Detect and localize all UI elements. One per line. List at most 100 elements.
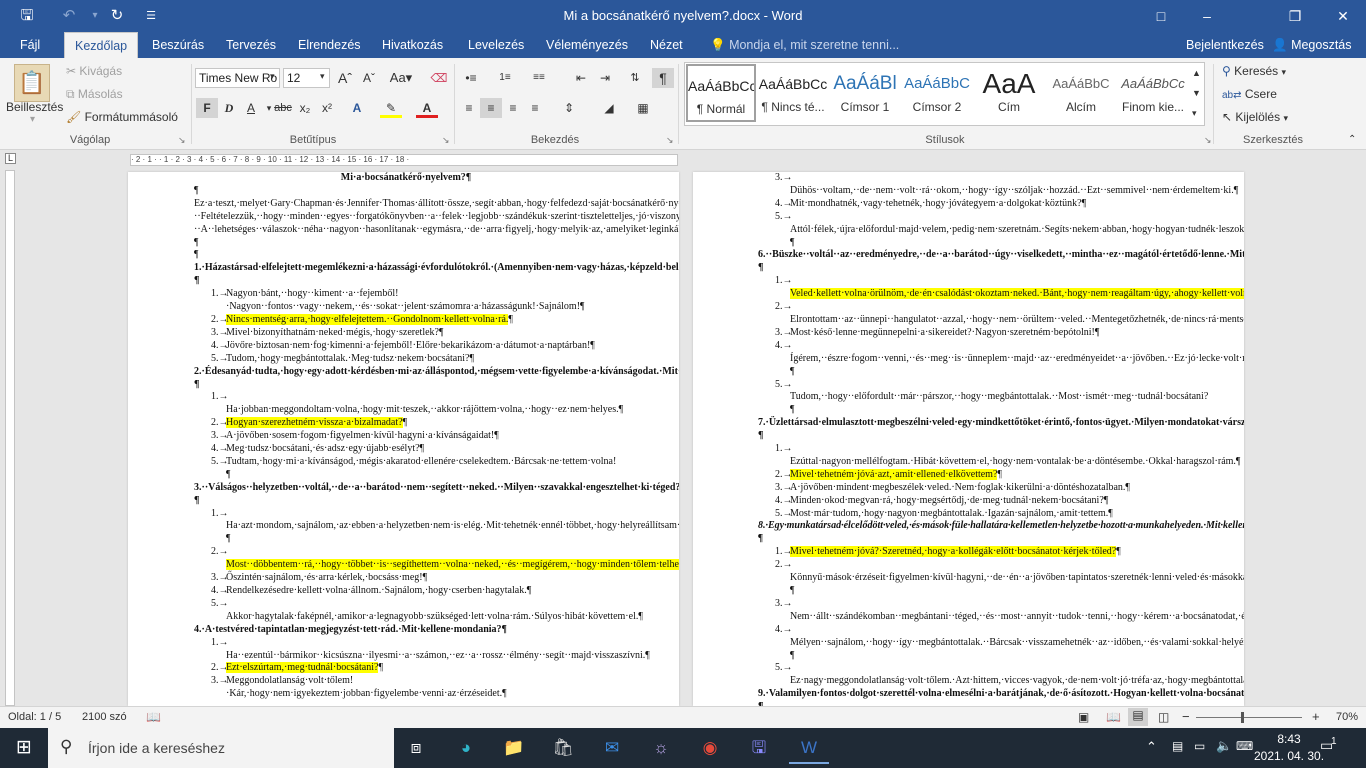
change-case-icon[interactable]: Aa▾ [386, 68, 416, 88]
restore-button[interactable]: ❐ [1272, 0, 1318, 32]
edge-icon[interactable]: ◕ [446, 732, 486, 764]
ruler-scale[interactable]: · 2 · 1 · · 1 · 2 · 3 · 4 · 5 · 6 · 7 · … [130, 154, 678, 166]
close-button[interactable]: ✕ [1320, 0, 1366, 32]
superscript-button[interactable]: x² [316, 98, 338, 118]
page-right[interactable]: 3.→Dühös··voltam,··de··nem··volt··rá··ok… [693, 172, 1244, 706]
print-layout-icon[interactable]: ▤ [1128, 708, 1148, 726]
sort-icon[interactable]: ⇅ [624, 68, 646, 88]
style-title[interactable]: AaA Cím [974, 64, 1044, 122]
paste-icon[interactable]: 📋 [14, 64, 50, 102]
font-launcher-icon[interactable]: ↘ [442, 135, 450, 146]
volume-icon[interactable]: 🔈 [1216, 738, 1232, 754]
taskbar-search-box[interactable]: ⚲ Írjon ide a kereséshez [48, 728, 394, 768]
mail-icon[interactable]: ✉ [592, 732, 632, 764]
chrome-icon[interactable]: ◉ [690, 732, 730, 764]
save-icon[interactable]: 🖫 [16, 5, 38, 27]
tab-layout[interactable]: Elrendezés [288, 32, 371, 58]
borders-icon[interactable]: ▦ [632, 98, 654, 118]
signin-link[interactable]: Bejelentkezés [1176, 32, 1274, 58]
text-effects-icon[interactable]: A [346, 98, 368, 118]
zoom-in-icon[interactable]: + [1312, 709, 1320, 724]
tab-insert[interactable]: Beszúrás [142, 32, 214, 58]
read-mode-icon[interactable]: 📖 [1106, 710, 1121, 724]
windows-start-icon[interactable]: ⊞ [4, 732, 44, 764]
line-spacing-icon[interactable]: ⇕ [558, 98, 580, 118]
tab-view[interactable]: Nézet [640, 32, 693, 58]
paste-dropdown-icon[interactable]: ▾ [30, 114, 35, 125]
numbering-icon[interactable]: 1≡ [494, 68, 516, 88]
word-icon[interactable]: W [789, 732, 829, 764]
share-button[interactable]: 👤 Megosztás [1262, 32, 1362, 58]
multilevel-list-icon[interactable]: ≡≡ [528, 68, 550, 88]
find-button[interactable]: ⚲ Keresés ▾ [1222, 64, 1286, 78]
focus-mode-icon[interactable]: ▣ [1078, 710, 1089, 724]
style-no-spacing[interactable]: AaÁáBbCc ¶ Nincs té... [758, 64, 828, 122]
show-formatting-icon[interactable]: ¶ [652, 68, 674, 88]
select-button[interactable]: ↖ Kijelölés ▾ [1222, 110, 1288, 124]
paragraph-launcher-icon[interactable]: ↘ [666, 135, 674, 146]
chevron-up-icon[interactable]: ⌃ [1146, 739, 1157, 755]
tab-home[interactable]: Kezdőlap [64, 32, 139, 58]
page-content[interactable]: 3.→Dühös··voltam,··de··nem··volt··rá··ok… [758, 172, 1244, 706]
ribbon-display-icon[interactable]: □ [1138, 0, 1184, 32]
tab-file[interactable]: Fájl [10, 32, 50, 58]
align-right-icon[interactable]: ≡ [502, 98, 524, 118]
vertical-ruler-scale[interactable] [5, 170, 15, 706]
font-name-select[interactable]: Times New Ro [195, 68, 280, 88]
minimize-button[interactable]: – [1184, 0, 1230, 32]
style-subtle-emphasis[interactable]: AaÁáBbCc Finom kie... [1118, 64, 1188, 122]
format-painter-button[interactable]: 🖌 Formátummásoló [66, 110, 178, 124]
increase-indent-icon[interactable]: ⇥ [594, 68, 616, 88]
align-center-icon[interactable]: ≡ [480, 98, 502, 118]
decrease-indent-icon[interactable]: ⇤ [570, 68, 592, 88]
style-heading-1[interactable]: AaÁáBl Címsor 1 [830, 64, 900, 122]
bullets-icon[interactable]: •≡ [460, 68, 482, 88]
undo-icon[interactable]: ↶ [58, 5, 80, 27]
proofing-icon[interactable]: 📖 [146, 710, 161, 724]
grow-font-icon[interactable]: Aˆ [334, 68, 356, 88]
shading-icon[interactable]: ◢ [598, 98, 620, 118]
web-layout-icon[interactable]: ◫ [1158, 710, 1169, 724]
cut-button[interactable]: ✂ Kivágás [66, 64, 122, 78]
styles-more-icon[interactable]: ▾ [1192, 108, 1197, 119]
styles-scroll-up-icon[interactable]: ▲ [1192, 68, 1201, 78]
clock-time[interactable]: 8:43 [1266, 732, 1312, 746]
strikethrough-button[interactable]: abc [272, 98, 294, 118]
network-icon[interactable]: ▤ [1172, 739, 1183, 753]
highlight-icon[interactable]: ✎ [380, 98, 402, 118]
style-heading-2[interactable]: AaÁáBbC Címsor 2 [902, 64, 972, 122]
task-view-icon[interactable]: ⧈ [396, 732, 436, 764]
disk-app-icon[interactable]: 🖫 [739, 732, 779, 764]
page-content[interactable]: Mi·a·bocsánatkérő·nyelvem?¶ ¶ Ez·a·teszt,·… [194, 172, 679, 701]
store-icon[interactable]: 🛍 [543, 732, 583, 764]
tell-me-box[interactable]: 💡 Mondja el, mit szeretne tenni... [700, 32, 909, 58]
collapse-ribbon-icon[interactable]: ⌃ [1348, 134, 1356, 145]
battery-icon[interactable]: ▭ [1194, 739, 1205, 753]
word-count[interactable]: 2100 szó [82, 711, 127, 723]
replace-button[interactable]: ab⇄ Csere [1222, 87, 1277, 101]
app-icon[interactable]: ☼ [641, 732, 681, 764]
tab-references[interactable]: Hivatkozás [372, 32, 453, 58]
page-count[interactable]: Oldal: 1 / 5 [8, 711, 61, 723]
align-left-icon[interactable]: ≡ [458, 98, 480, 118]
page-left[interactable]: Mi·a·bocsánatkérő·nyelvem?¶ ¶ Ez·a·teszt,·… [128, 172, 679, 706]
zoom-level[interactable]: 70% [1336, 711, 1358, 723]
zoom-slider[interactable] [1196, 717, 1302, 718]
file-explorer-icon[interactable]: 📁 [494, 732, 534, 764]
styles-launcher-icon[interactable]: ↘ [1204, 135, 1212, 146]
copy-button[interactable]: ⧉ Másolás [66, 87, 123, 102]
bold-button[interactable]: F [196, 98, 218, 118]
customize-toolbar-icon[interactable]: ☰ [140, 5, 162, 27]
font-size-dropdown-icon[interactable]: ▾ [320, 71, 325, 82]
clipboard-launcher-icon[interactable]: ↘ [178, 135, 186, 146]
font-name-dropdown-icon[interactable]: ▾ [270, 71, 275, 82]
clear-formatting-icon[interactable]: ⌫ [428, 68, 450, 88]
shrink-font-icon[interactable]: Aˇ [358, 68, 380, 88]
style-normal[interactable]: AaÁáBbCc ¶ Normál [686, 64, 756, 122]
font-color-icon[interactable]: A [416, 98, 438, 118]
italic-button[interactable]: D [218, 98, 240, 118]
tab-review[interactable]: Véleményezés [536, 32, 638, 58]
paste-button[interactable]: Beillesztés [6, 100, 63, 114]
justify-icon[interactable]: ≡ [524, 98, 546, 118]
tab-selector-icon[interactable]: L [5, 153, 16, 164]
